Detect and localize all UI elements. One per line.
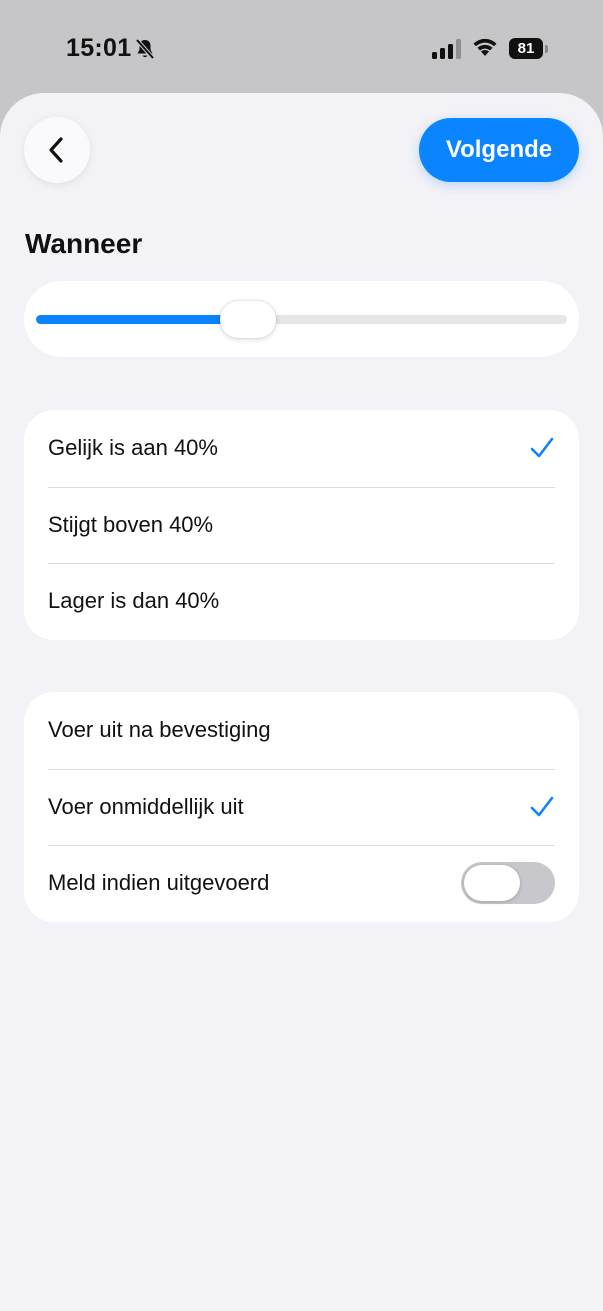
toggle-knob <box>464 865 520 902</box>
chevron-left-icon <box>49 137 63 163</box>
condition-options-card: Gelijk is aan 40% Stijgt boven 40% Lager… <box>24 410 579 640</box>
bell-muted-icon <box>135 38 155 60</box>
option-label: Lager is dan 40% <box>48 588 220 614</box>
option-label: Voer onmiddellijk uit <box>48 793 244 819</box>
option-label: Meld indien uitgevoerd <box>48 870 270 896</box>
cellular-signal-icon <box>432 39 461 59</box>
threshold-slider-card <box>24 281 579 357</box>
section-title: Wanneer <box>25 228 143 259</box>
option-run-immediately[interactable]: Voer onmiddellijk uit <box>24 768 579 846</box>
slider-thumb[interactable] <box>220 301 277 338</box>
slider-track[interactable] <box>36 315 567 324</box>
option-label: Gelijk is aan 40% <box>48 435 218 461</box>
slider-fill <box>36 315 249 324</box>
next-button[interactable]: Volgende <box>419 118 579 182</box>
battery-nub <box>545 45 548 53</box>
option-run-after-confirmation[interactable]: Voer uit na bevestiging <box>24 692 579 769</box>
execution-options-card: Voer uit na bevestiging Voer onmiddellij… <box>24 692 579 922</box>
option-rises-above[interactable]: Stijgt boven 40% <box>24 486 579 564</box>
option-equal[interactable]: Gelijk is aan 40% <box>24 410 579 487</box>
wifi-icon <box>473 38 497 56</box>
option-label: Voer uit na bevestiging <box>48 717 271 743</box>
checkmark-icon <box>530 796 554 817</box>
notify-toggle[interactable] <box>461 862 555 905</box>
option-lower-than[interactable]: Lager is dan 40% <box>24 563 579 640</box>
checkmark-icon <box>530 437 554 458</box>
status-time: 15:01 <box>66 34 132 62</box>
automation-sheet: Volgende Wanneer Gelijk is aan 40% Stijg… <box>0 93 603 1311</box>
back-button[interactable] <box>24 117 90 183</box>
status-bar: 15:01 81 <box>0 0 603 95</box>
option-label: Stijgt boven 40% <box>48 511 214 537</box>
option-notify-when-run: Meld indien uitgevoerd <box>24 845 579 922</box>
battery-level: 81 <box>509 38 543 59</box>
